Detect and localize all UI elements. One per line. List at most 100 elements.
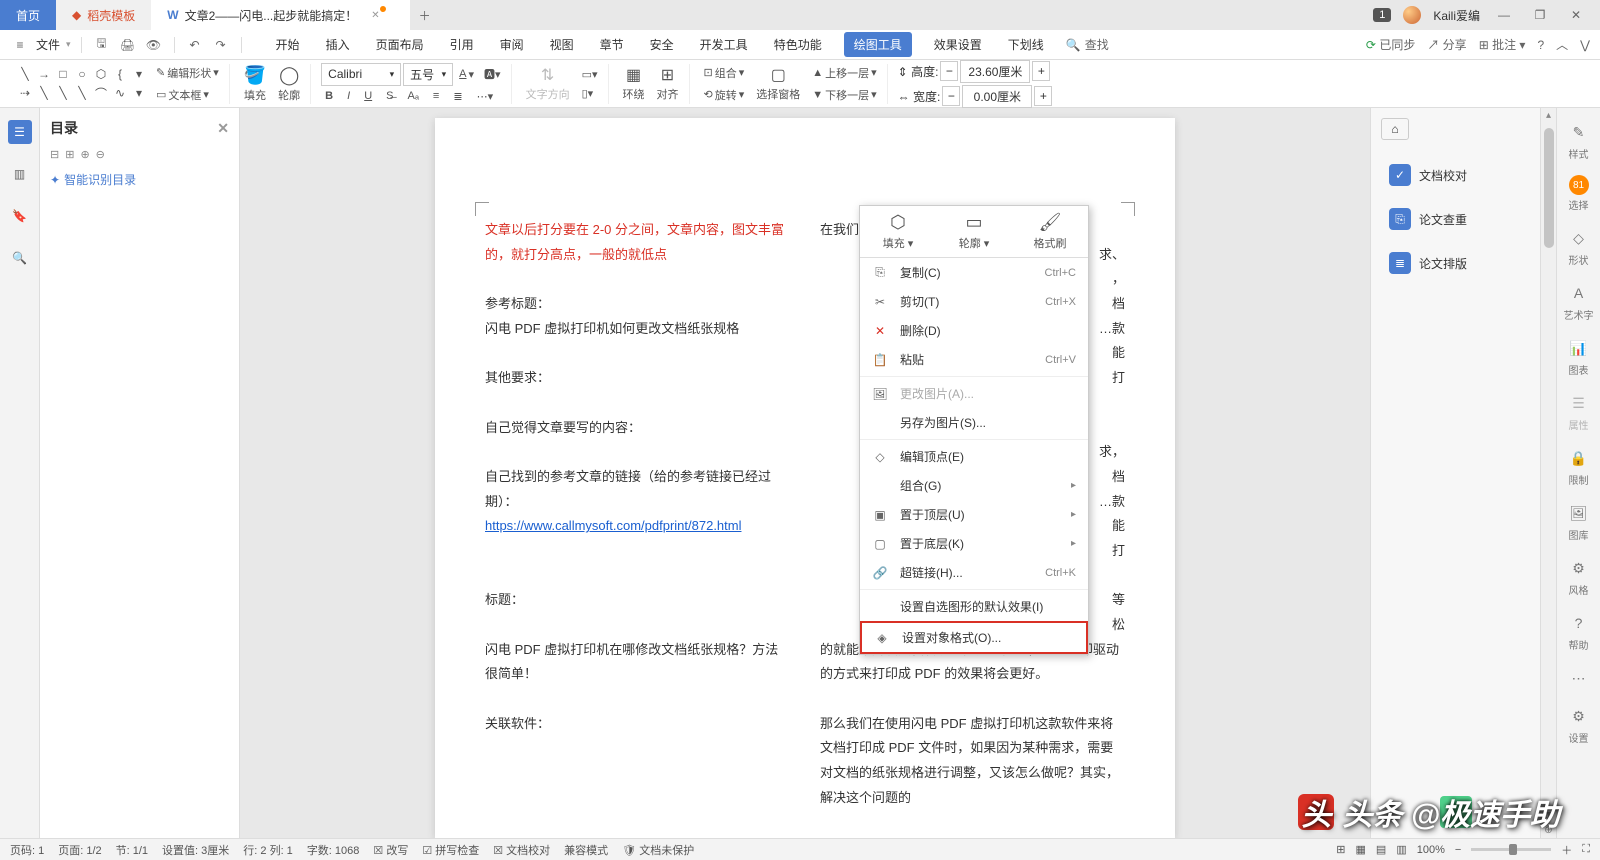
search-panel-icon[interactable]: 🔍 <box>8 246 32 270</box>
ctx-send-bottom[interactable]: ▢置于底层(K)▸ <box>860 529 1088 558</box>
status-docproof[interactable]: ☒ 文档校对 <box>493 842 550 858</box>
tab-insert[interactable]: 插入 <box>322 32 354 57</box>
undo-icon[interactable]: ↶ <box>185 35 205 55</box>
tab-pagelayout[interactable]: 页面布局 <box>372 32 428 57</box>
help-sidebar-button[interactable]: ?帮助 <box>1567 611 1591 652</box>
ctx-copy[interactable]: ⎘复制(C)Ctrl+C <box>860 258 1088 287</box>
page-panel-icon[interactable]: ▥ <box>8 162 32 186</box>
shape-gallery[interactable]: ╲→□○⬡{▾ ⇢╲╲╲⌒∿▾ <box>16 65 148 102</box>
send-backward-button[interactable]: ▼ 下移一层 ▾ <box>808 85 880 105</box>
help-icon[interactable]: ? <box>1537 38 1544 52</box>
print-icon[interactable]: 🖨 <box>118 35 138 55</box>
restore-button[interactable]: ❐ <box>1528 8 1552 22</box>
height-input[interactable]: 23.60厘米 <box>960 60 1030 83</box>
status-section[interactable]: 节: 1/1 <box>116 842 148 858</box>
smart-outline-button[interactable]: ✦智能识别目录 <box>50 171 229 188</box>
collapse-all-icon[interactable]: ⊟ <box>50 148 59 161</box>
align-obj-button[interactable]: ⊞对齐 <box>653 63 683 104</box>
tab-start[interactable]: 开始 <box>272 32 304 57</box>
zoom-slider[interactable] <box>1471 848 1551 851</box>
tab-view[interactable]: 视图 <box>546 32 578 57</box>
underline-button[interactable]: U <box>360 88 376 105</box>
height-plus[interactable]: + <box>1032 61 1050 81</box>
tab-effectset[interactable]: 效果设置 <box>930 32 986 57</box>
outline-button[interactable]: ◯轮廓 <box>274 63 304 105</box>
gallery-sidebar-button[interactable]: 🖼图库 <box>1567 501 1591 542</box>
more-align-button[interactable]: ⋯▾ <box>473 88 498 105</box>
tab-underline[interactable]: 下划线 <box>1004 32 1048 57</box>
tab-security[interactable]: 安全 <box>646 32 678 57</box>
avatar[interactable] <box>1403 6 1421 24</box>
edit-shape-button[interactable]: ✎ 编辑形状 ▾ <box>152 63 223 83</box>
close-icon[interactable]: ✕ <box>371 10 379 21</box>
margin2-button[interactable]: ▯▾ <box>578 85 602 102</box>
chart-sidebar-button[interactable]: 📊图表 <box>1567 336 1591 377</box>
ctx-delete[interactable]: ✕删除(D) <box>860 316 1088 345</box>
settings-sidebar-button[interactable]: ⚙设置 <box>1567 704 1591 745</box>
prop-sidebar-button[interactable]: ☰属性 <box>1567 391 1591 432</box>
outline-del-icon[interactable]: ⊖ <box>96 148 105 161</box>
width-minus[interactable]: − <box>942 86 960 106</box>
outline-add-icon[interactable]: ⊕ <box>80 148 89 161</box>
margin-button[interactable]: ▭▾ <box>578 66 602 83</box>
ctx-bring-top[interactable]: ▣置于顶层(U)▸ <box>860 500 1088 529</box>
rotate-button[interactable]: ⟲ 旋转 ▾ <box>700 85 749 105</box>
view-mode3-icon[interactable]: ▤ <box>1376 843 1386 856</box>
textbox-button[interactable]: ▭ 文本框 ▾ <box>152 85 223 105</box>
layout-button[interactable]: ≣论文排版 <box>1381 246 1530 280</box>
view-mode4-icon[interactable]: ▥ <box>1396 843 1406 856</box>
textdir-button[interactable]: ⇅文字方向 <box>522 63 574 104</box>
file-menu[interactable]: 文件 <box>36 36 60 53</box>
close-button[interactable]: ✕ <box>1564 8 1588 22</box>
ctx-formatbrush-button[interactable]: 🖌格式刷 <box>1012 206 1088 257</box>
panel-collapse-icon[interactable]: ⌂ <box>1381 118 1409 140</box>
ctx-edit-points[interactable]: ◇编辑顶点(E) <box>860 442 1088 471</box>
expand-all-icon[interactable]: ⊞ <box>65 148 74 161</box>
tab-home[interactable]: 首页 <box>0 0 56 30</box>
doc-link[interactable]: https://www.callmysoft.com/pdfprint/872.… <box>485 518 741 533</box>
ctx-outline-button[interactable]: ▭轮廓 ▾ <box>936 206 1012 257</box>
align-center-button[interactable]: ≣ <box>449 88 466 105</box>
tab-feature[interactable]: 特色功能 <box>770 32 826 57</box>
add-tab-button[interactable]: ＋ <box>410 7 440 24</box>
collapse-ribbon-icon[interactable]: ︿ <box>1556 36 1568 53</box>
style-sidebar-button[interactable]: ✎样式 <box>1567 120 1591 161</box>
font-name-combo[interactable]: Calibri▾ <box>321 63 401 86</box>
share-button[interactable]: ↗ 分享 <box>1427 36 1466 53</box>
shape-sidebar-button[interactable]: ◇形状 <box>1567 226 1591 267</box>
review-button[interactable]: ⊞ 批注 ▾ <box>1479 36 1526 53</box>
theme-sidebar-button[interactable]: ⚙风格 <box>1567 556 1591 597</box>
ctx-cut[interactable]: ✂剪切(T)Ctrl+X <box>860 287 1088 316</box>
bookmark-panel-icon[interactable]: 🔖 <box>8 204 32 228</box>
view-mode-icon[interactable]: ⊞ <box>1336 843 1345 856</box>
tab-devtools[interactable]: 开发工具 <box>696 32 752 57</box>
group-button[interactable]: ⊡ 组合 ▾ <box>700 63 749 83</box>
wordart-sidebar-button[interactable]: A艺术字 <box>1564 281 1594 322</box>
doc-proof-button[interactable]: ✓文档校对 <box>1381 158 1530 192</box>
ctx-save-as-pic[interactable]: 另存为图片(S)... <box>860 408 1088 437</box>
redo-icon[interactable]: ↷ <box>211 35 231 55</box>
vertical-scrollbar[interactable]: ▴ ▾ ⊕ <box>1540 108 1556 838</box>
tab-drawingtools[interactable]: 绘图工具 <box>844 32 912 57</box>
italic-button[interactable]: I <box>343 88 354 105</box>
status-wordcount[interactable]: 字数: 1068 <box>307 842 360 858</box>
ctx-fill-button[interactable]: ⬡填充 ▾ <box>860 206 936 257</box>
minimize-button[interactable]: — <box>1492 8 1516 22</box>
sync-status[interactable]: ⟳ 已同步 <box>1366 36 1415 53</box>
zoom-in-icon[interactable]: ＋ <box>1561 842 1572 858</box>
more-icon[interactable]: ⋁ <box>1580 38 1590 52</box>
width-plus[interactable]: + <box>1034 86 1052 106</box>
height-minus[interactable]: − <box>940 61 958 81</box>
status-page[interactable]: 页面: 1/2 <box>58 842 101 858</box>
save-icon[interactable]: 🖫 <box>92 35 112 55</box>
status-revise[interactable]: ☒ 改写 <box>373 842 408 858</box>
badge-sidebar[interactable]: 81选择 <box>1569 175 1589 212</box>
fullscreen-icon[interactable]: ⛶ <box>1582 843 1590 856</box>
wrap-button[interactable]: ▦环绕 <box>619 63 649 104</box>
bold-button[interactable]: B <box>321 88 337 105</box>
status-protect[interactable]: 🛡 文档未保护 <box>622 842 694 858</box>
zoom-value[interactable]: 100% <box>1417 844 1445 856</box>
font-size-combo[interactable]: 五号▾ <box>403 63 453 86</box>
more-sidebar-icon[interactable]: ⋯ <box>1567 666 1591 690</box>
outline-panel-icon[interactable]: ☰ <box>8 120 32 144</box>
